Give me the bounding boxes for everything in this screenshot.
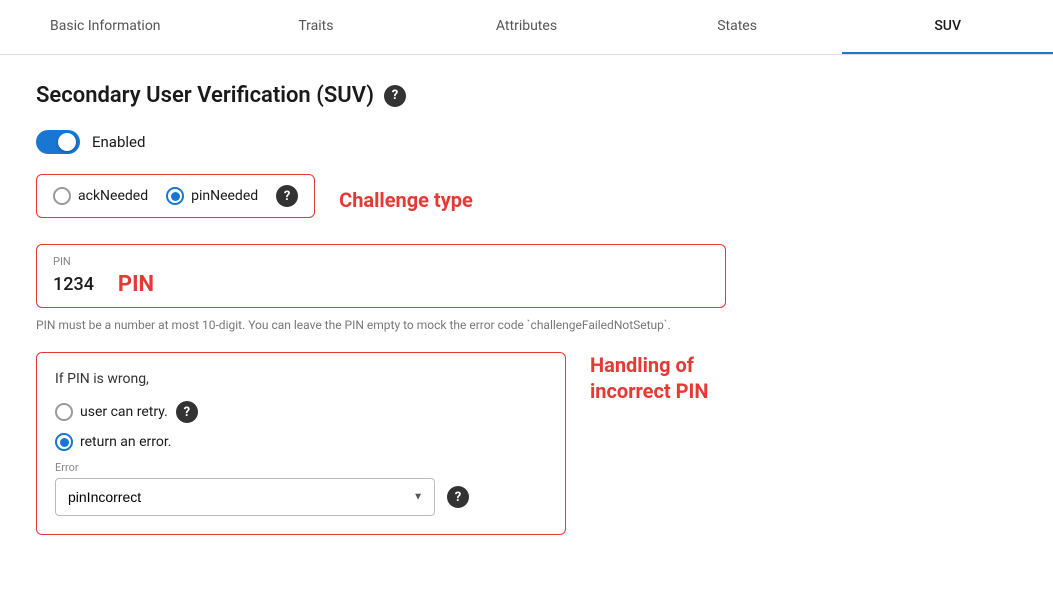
radio-error[interactable]: return an error. bbox=[55, 433, 171, 451]
error-dropdown-wrapper: pinIncorrect pinLocked pinExpired bbox=[55, 478, 435, 516]
radio-ackNeeded[interactable]: ackNeeded bbox=[53, 187, 148, 205]
radio-error-circle bbox=[55, 433, 73, 451]
retry-help-icon[interactable]: ? bbox=[176, 401, 198, 423]
tab-attributes[interactable]: Attributes bbox=[421, 0, 632, 54]
enabled-toggle[interactable] bbox=[36, 130, 80, 154]
main-content: Secondary User Verification (SUV) ? Enab… bbox=[0, 55, 1053, 563]
toggle-label: Enabled bbox=[92, 133, 145, 151]
radio-retry[interactable]: user can retry. bbox=[55, 403, 168, 421]
tab-states[interactable]: States bbox=[632, 0, 843, 54]
page-title-text: Secondary User Verification (SUV) bbox=[36, 83, 374, 108]
radio-retry-row: user can retry. ? bbox=[55, 401, 547, 423]
error-dropdown-section: Error pinIncorrect pinLocked pinExpired … bbox=[55, 461, 547, 516]
pin-hint: PIN must be a number at most 10-digit. Y… bbox=[36, 318, 726, 332]
error-dropdown-label: Error bbox=[55, 461, 547, 474]
tab-bar: Basic Information Traits Attributes Stat… bbox=[0, 0, 1053, 55]
radio-error-label: return an error. bbox=[80, 434, 171, 450]
pin-value[interactable]: 1234 bbox=[53, 274, 94, 295]
radio-retry-label: user can retry. bbox=[80, 404, 168, 420]
tab-suv[interactable]: SUV bbox=[842, 0, 1053, 54]
radio-ackNeeded-circle bbox=[53, 187, 71, 205]
incorrect-pin-box: If PIN is wrong, user can retry. ? retur… bbox=[36, 352, 566, 535]
radio-pinNeeded-circle bbox=[166, 187, 184, 205]
tab-basic-information[interactable]: Basic Information bbox=[0, 0, 211, 54]
challenge-type-help-icon[interactable]: ? bbox=[276, 185, 298, 207]
title-help-icon[interactable]: ? bbox=[384, 85, 406, 107]
radio-retry-circle bbox=[55, 403, 73, 421]
pin-field-box: PIN 1234 PIN bbox=[36, 244, 726, 308]
toggle-thumb bbox=[58, 133, 76, 151]
tab-traits[interactable]: Traits bbox=[211, 0, 422, 54]
radio-ackNeeded-label: ackNeeded bbox=[78, 188, 148, 204]
pin-display-label: PIN bbox=[118, 272, 154, 297]
error-dropdown[interactable]: pinIncorrect pinLocked pinExpired bbox=[55, 478, 435, 516]
error-dropdown-help-icon[interactable]: ? bbox=[447, 486, 469, 508]
pin-field-label: PIN bbox=[53, 255, 709, 268]
radio-pinNeeded-label: pinNeeded bbox=[191, 188, 258, 204]
radio-error-row: return an error. bbox=[55, 433, 547, 451]
pin-value-row: 1234 PIN bbox=[53, 272, 709, 297]
challenge-type-label: Challenge type bbox=[339, 188, 473, 212]
handling-label: Handling ofincorrect PIN bbox=[590, 352, 709, 404]
incorrect-pin-title: If PIN is wrong, bbox=[55, 371, 547, 387]
error-dropdown-row: pinIncorrect pinLocked pinExpired ? bbox=[55, 478, 547, 516]
incorrect-pin-row: If PIN is wrong, user can retry. ? retur… bbox=[36, 352, 1017, 535]
challenge-type-radio-group: ackNeeded pinNeeded ? bbox=[36, 174, 315, 218]
challenge-type-row: ackNeeded pinNeeded ? Challenge type bbox=[36, 174, 1017, 226]
page-title-row: Secondary User Verification (SUV) ? bbox=[36, 83, 1017, 108]
toggle-row: Enabled bbox=[36, 130, 1017, 154]
radio-pinNeeded[interactable]: pinNeeded bbox=[166, 187, 258, 205]
